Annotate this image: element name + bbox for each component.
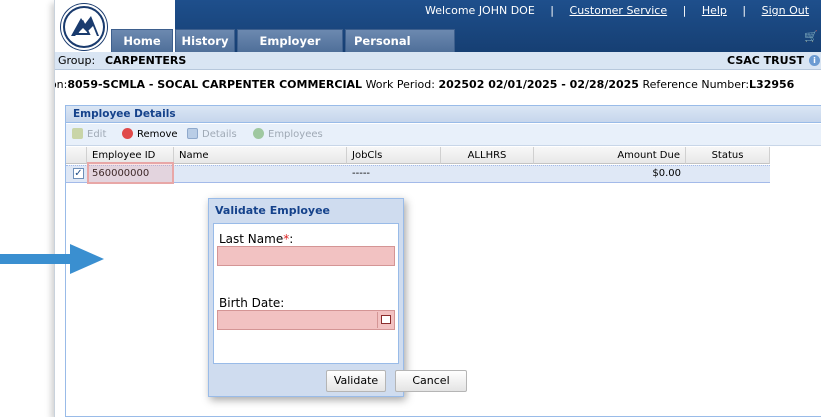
column-amount-due[interactable]: Amount Due	[534, 147, 686, 164]
tab-home[interactable]: Home	[111, 29, 173, 52]
column-name[interactable]: Name	[174, 147, 347, 164]
top-links: Welcome JOHN DOE | Customer Service | He…	[425, 4, 810, 17]
validate-employee-dialog: Validate Employee Last Name*: Birth Date…	[208, 198, 467, 397]
remove-icon	[122, 128, 133, 139]
birth-date-field[interactable]	[217, 310, 395, 330]
employees-icon	[253, 128, 264, 139]
edit-button[interactable]: Edit	[72, 128, 106, 142]
group-label: Group:	[58, 54, 96, 67]
grid-toolbar: Edit Remove Details Employees	[66, 124, 821, 146]
validate-button[interactable]: Validate	[326, 370, 386, 392]
trust-name: CSAC TRUST	[727, 54, 804, 67]
column-status[interactable]: Status	[686, 147, 770, 164]
tab-personal-profile[interactable]: Personal Profile	[345, 29, 455, 71]
customer-service-link[interactable]: Customer Service	[570, 4, 668, 17]
group-bar: Group: CARPENTERS CSAC TRUST i	[55, 52, 821, 70]
dialog-body: Last Name*: Birth Date:	[213, 223, 399, 364]
help-link[interactable]: Help	[702, 4, 727, 17]
info-icon[interactable]: i	[809, 55, 820, 66]
header: Welcome JOHN DOE | Customer Service | He…	[55, 0, 821, 71]
app-window: Welcome JOHN DOE | Customer Service | He…	[54, 0, 821, 417]
employees-button[interactable]: Employees	[253, 128, 323, 142]
reference-number-value: L32956	[749, 78, 795, 91]
row-checkbox[interactable]: ✓	[73, 168, 84, 179]
pointer-arrow-icon	[0, 244, 104, 274]
cancel-button[interactable]: Cancel	[395, 370, 467, 392]
group-value: CARPENTERS	[105, 54, 187, 67]
dialog-title: Validate Employee	[215, 204, 330, 217]
birth-date-label: Birth Date:	[219, 296, 285, 310]
cell-allhrs	[441, 165, 534, 183]
sign-out-link[interactable]: Sign Out	[762, 4, 809, 17]
edit-icon	[72, 128, 83, 139]
cell-status	[686, 165, 770, 183]
column-allhrs[interactable]: ALLHRS	[441, 147, 534, 164]
cell-amount-due: $0.00	[652, 168, 681, 179]
last-name-label: Last Name*:	[219, 232, 294, 246]
cell-jobcls: -----	[352, 168, 371, 179]
tab-history[interactable]: History	[175, 29, 235, 52]
last-name-field[interactable]	[217, 246, 395, 266]
panel-title: Employee Details	[66, 106, 821, 123]
tab-employer-profile[interactable]: Employer Profile	[237, 29, 343, 71]
checkbox-column-header	[66, 147, 87, 164]
cart-icon[interactable]: 🛒	[804, 30, 818, 43]
work-description: Description:8059-SCMLA - SOCAL CARPENTER…	[55, 78, 795, 91]
remove-button[interactable]: Remove	[122, 128, 178, 142]
details-button[interactable]: Details	[187, 128, 237, 142]
work-period-value: 202502 02/01/2025 - 02/28/2025	[438, 78, 639, 91]
cell-name	[174, 165, 347, 183]
calendar-icon[interactable]	[377, 312, 393, 328]
details-icon	[187, 128, 198, 139]
employee-id-highlight	[87, 162, 174, 184]
column-jobcls[interactable]: JobCls	[347, 147, 441, 164]
logo	[61, 4, 107, 50]
welcome-text: Welcome JOHN DOE	[425, 4, 535, 17]
description-value: 8059-SCMLA - SOCAL CARPENTER COMMERCIAL	[67, 78, 363, 91]
